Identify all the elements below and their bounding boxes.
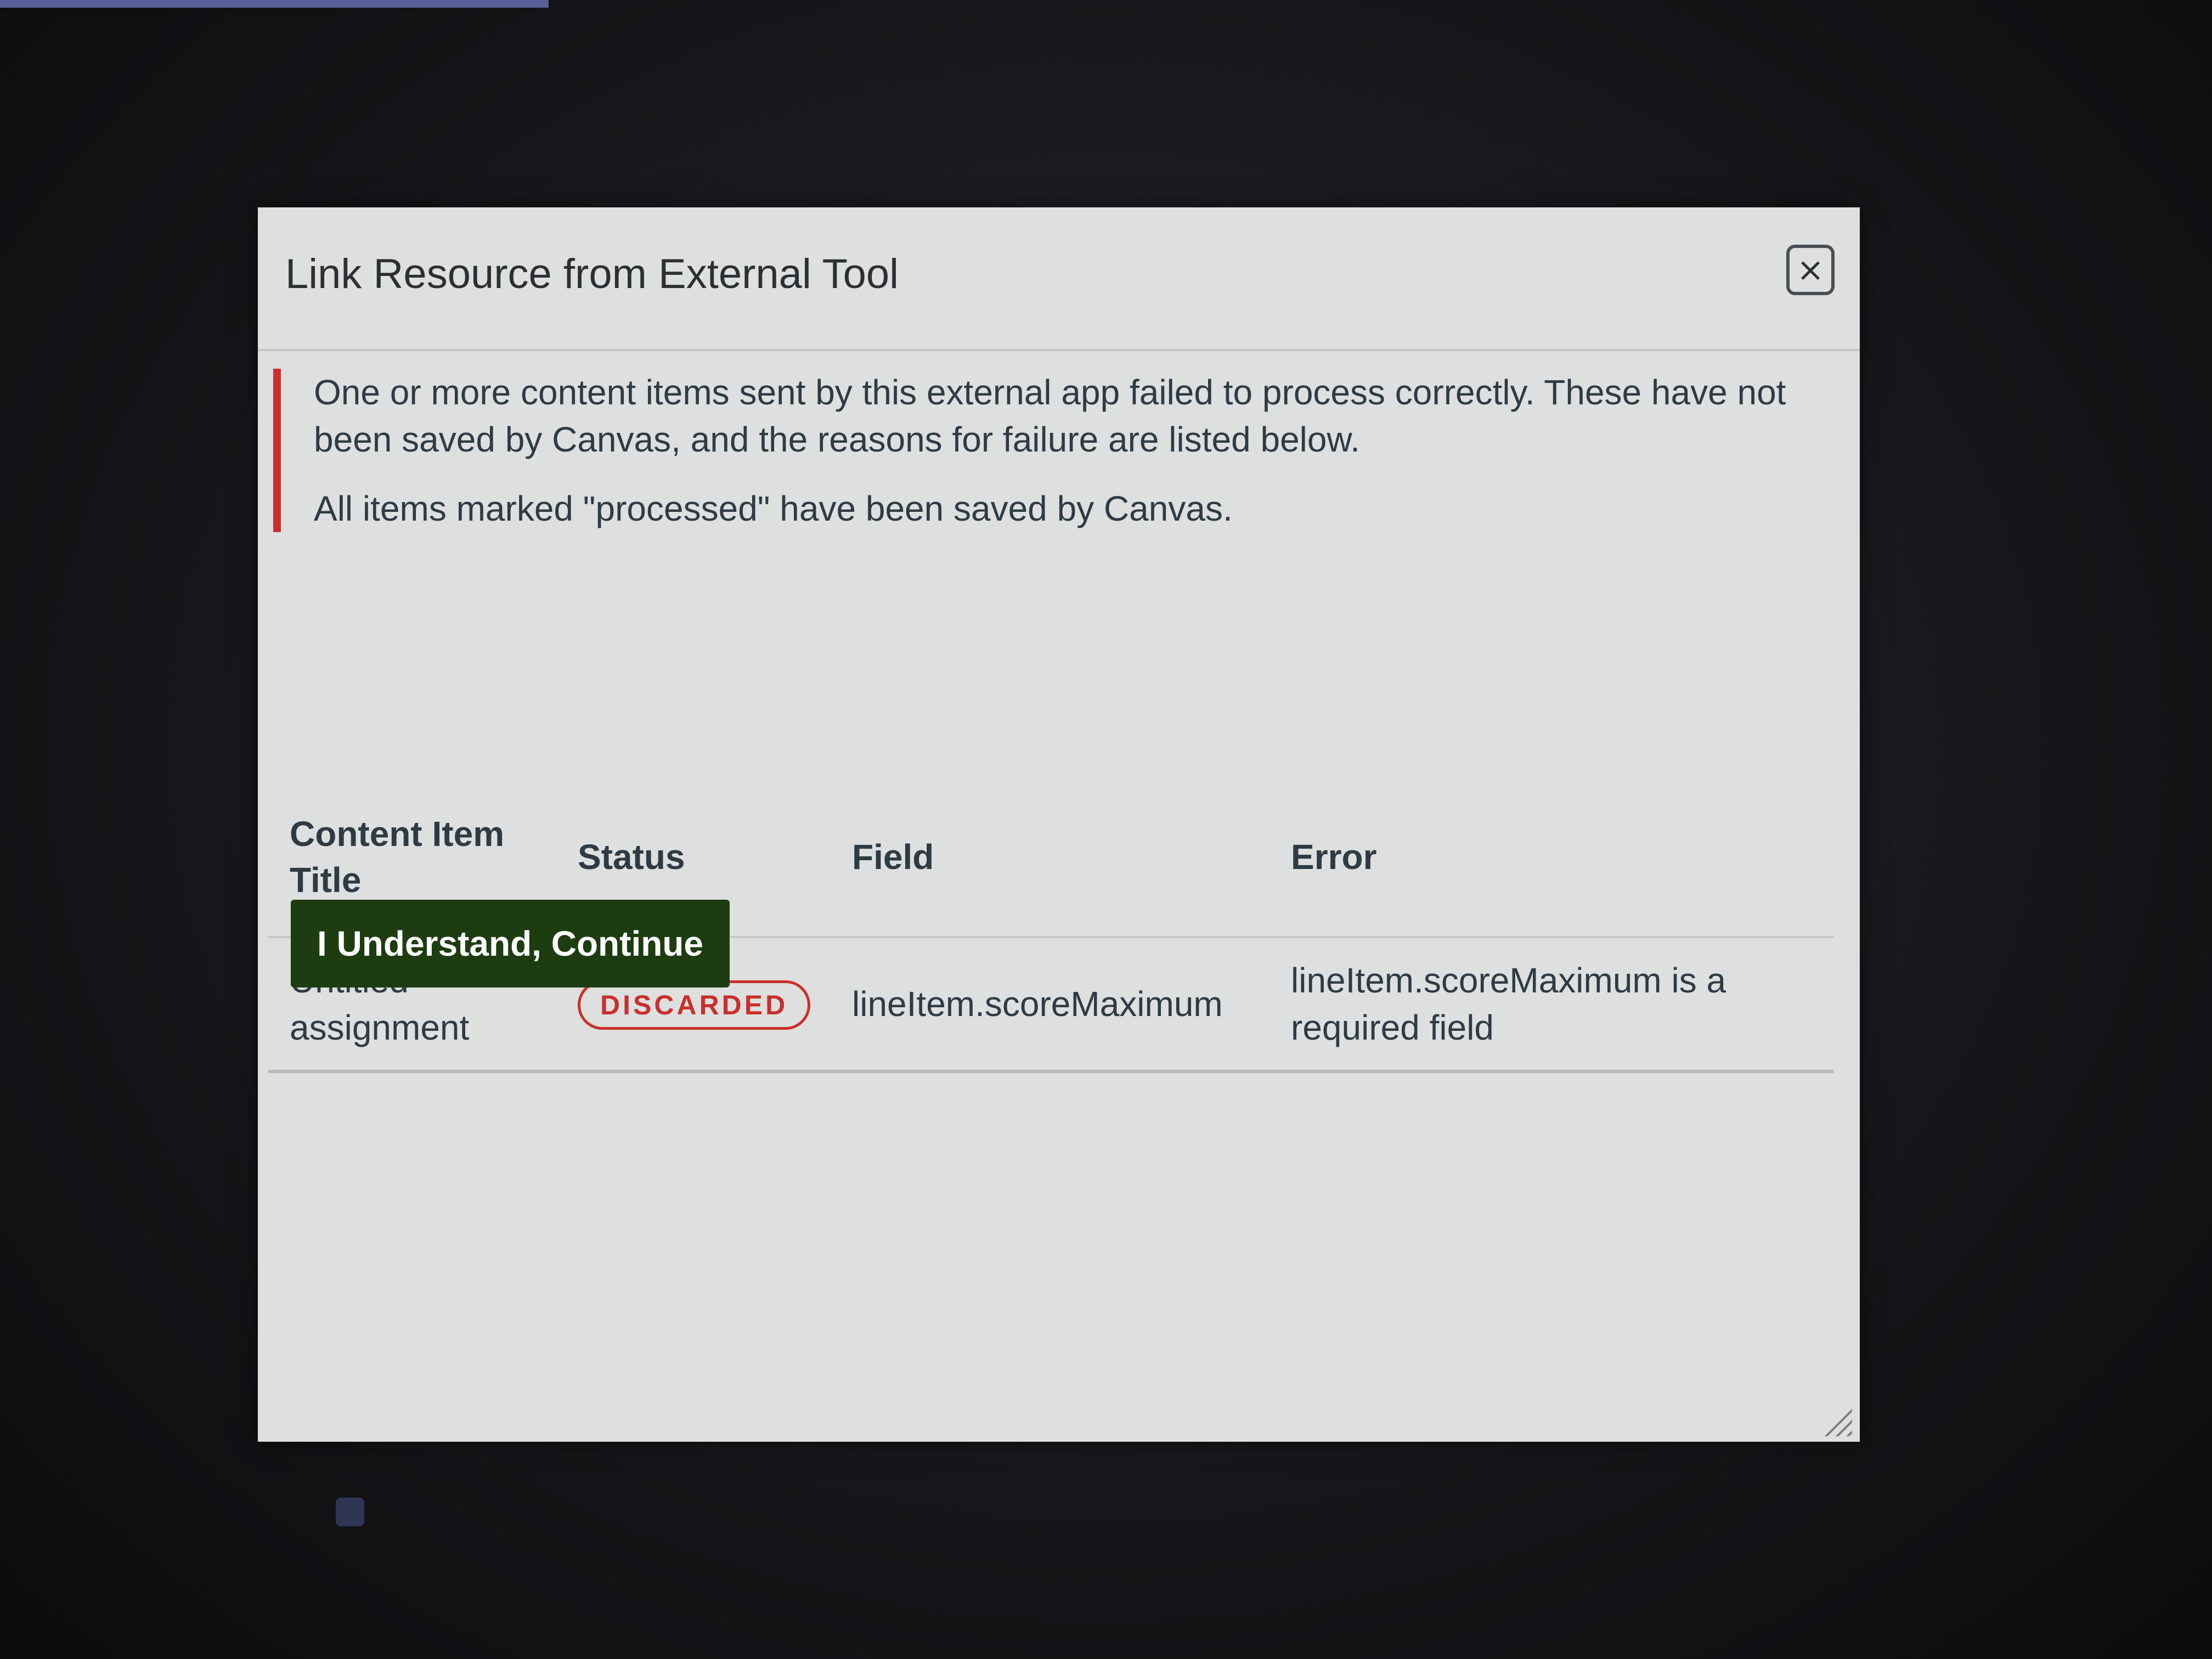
external-tool-modal: Link Resource from External Tool × One o… [258,207,1860,1442]
close-button[interactable]: × [1786,245,1835,295]
continue-button[interactable]: I Understand, Continue [291,900,730,988]
resize-handle[interactable] [1824,1408,1852,1436]
modal-header: Link Resource from External Tool × [258,207,1860,351]
background-top-bar [0,0,549,8]
cell-error: lineItem.scoreMaximum is a required fiel… [1269,937,1833,1073]
error-alert: One or more content items sent by this e… [273,369,1798,532]
alert-note: All items marked "processed" have been s… [314,489,1233,528]
alert-message: One or more content items sent by this e… [314,373,1786,459]
modal-title: Link Resource from External Tool [285,251,899,297]
status-badge: DISCARDED [578,980,811,1030]
background-checkbox [336,1498,364,1526]
cell-field: lineItem.scoreMaximum [830,937,1269,1073]
column-header-error: Error [1269,800,1833,938]
close-icon: × [1796,251,1825,289]
column-header-field: Field [830,800,1269,938]
